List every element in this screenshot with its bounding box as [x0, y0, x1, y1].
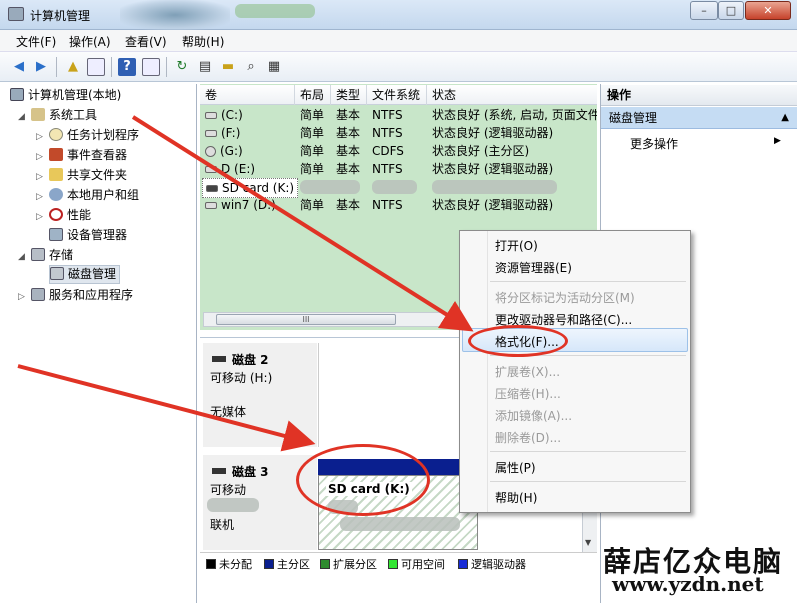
annotation-circle-sd-card — [296, 444, 430, 516]
arrow-to-format — [131, 115, 474, 332]
annotation-circle-format — [468, 325, 568, 357]
watermark-url: www.yzdn.net — [612, 572, 764, 596]
annotation-arrows — [17, 115, 474, 452]
arrow-to-sd-card — [17, 364, 316, 452]
